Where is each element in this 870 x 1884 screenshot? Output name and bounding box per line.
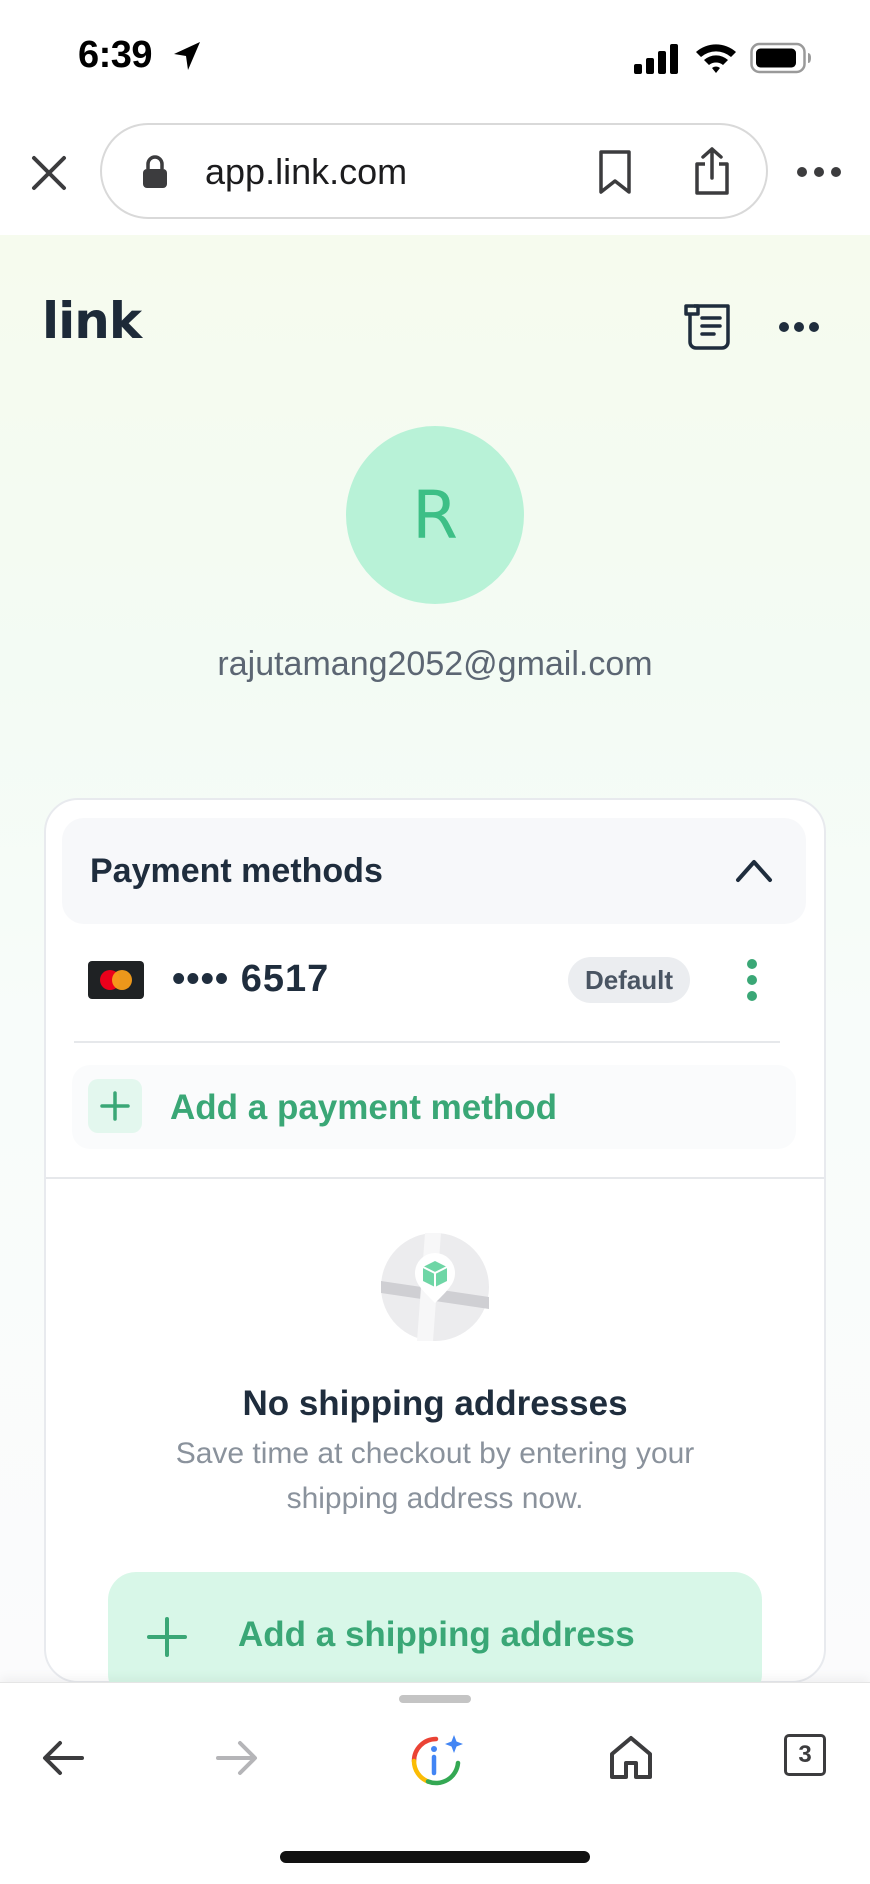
forward-arrow-icon[interactable] [214, 1738, 260, 1778]
url-bar[interactable] [100, 123, 768, 219]
back-arrow-icon[interactable] [40, 1738, 86, 1778]
url-text[interactable]: app.link.com [205, 151, 407, 193]
payment-methods-title: Payment methods [90, 852, 383, 890]
bookmark-icon[interactable] [596, 149, 634, 195]
add-payment-method-label[interactable]: Add a payment method [170, 1088, 557, 1128]
cellular-signal-icon [634, 44, 678, 74]
close-icon[interactable] [28, 152, 70, 194]
status-time: 6:39 [78, 34, 153, 76]
wifi-icon [696, 44, 736, 73]
tab-switcher-button[interactable]: 3 [784, 1734, 826, 1776]
battery-icon [750, 42, 811, 74]
link-logo[interactable]: link [42, 292, 142, 350]
account-email: rajutamang2052@gmail.com [217, 645, 653, 683]
card-options-icon[interactable] [744, 958, 760, 1002]
lock-icon [143, 155, 167, 188]
home-icon[interactable] [608, 1734, 654, 1780]
no-shipping-title: No shipping addresses [242, 1384, 628, 1423]
mastercard-icon [88, 961, 144, 999]
share-icon[interactable] [692, 146, 732, 196]
more-options-icon[interactable] [796, 160, 842, 184]
chevron-up-icon[interactable] [734, 856, 774, 884]
plus-icon [147, 1617, 187, 1657]
section-divider [46, 1177, 824, 1179]
google-lens-icon[interactable] [408, 1733, 464, 1789]
default-badge: Default [568, 957, 690, 1003]
plus-icon [88, 1079, 142, 1133]
no-shipping-description: Save time at checkout by entering your s… [175, 1437, 695, 1515]
toolbar-handle[interactable] [399, 1695, 471, 1703]
add-shipping-address-label[interactable]: Add a shipping address [238, 1615, 635, 1655]
location-arrow-icon [174, 42, 200, 70]
receipt-icon[interactable] [684, 302, 734, 352]
account-menu-icon[interactable] [778, 318, 820, 336]
card-number[interactable]: •••• 6517 [172, 958, 329, 1001]
divider [74, 1041, 780, 1043]
avatar: R [346, 426, 524, 604]
shipping-map-icon [381, 1233, 489, 1341]
home-indicator [280, 1851, 590, 1863]
